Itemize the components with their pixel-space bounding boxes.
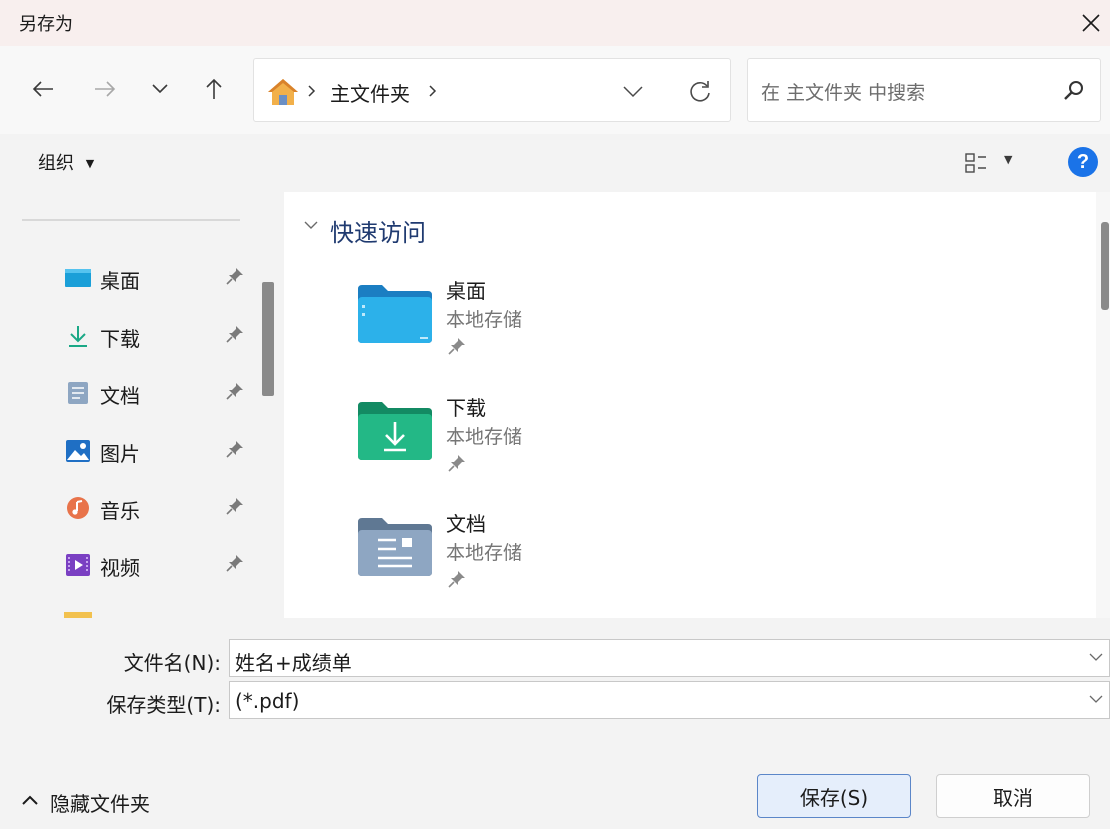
filetype-label: 保存类型(T): [106, 693, 221, 717]
chevron-up-icon [22, 795, 38, 805]
organize-label: 组织 [38, 153, 74, 174]
organize-menu-button[interactable]: 组织 ▼ [38, 149, 94, 175]
quick-access-item-desktop[interactable]: 桌面 本地存储 [352, 275, 572, 375]
sidebar-item-videos[interactable]: 视频 [64, 545, 254, 585]
navigation-pane: 桌面 下载 文档 图片 音乐 视频 [0, 192, 256, 618]
item-location: 本地存储 [446, 309, 523, 331]
main-scrollbar-thumb[interactable] [1101, 222, 1109, 310]
pin-icon [226, 268, 243, 285]
sidebar-item-pictures[interactable]: 图片 [64, 431, 254, 471]
documents-folder-icon [358, 518, 432, 576]
sidebar-item-label: 音乐 [100, 499, 140, 523]
item-name: 文档 [446, 512, 486, 536]
title-bar [0, 0, 1110, 46]
breadcrumb-separator-icon [308, 85, 316, 97]
sidebar-item-label: 下载 [100, 327, 140, 351]
up-button[interactable] [197, 72, 231, 106]
arrow-up-icon [206, 78, 222, 99]
downloads-folder-icon [358, 402, 432, 460]
download-icon [69, 326, 87, 347]
breadcrumb-item-home[interactable]: 主文件夹 [330, 78, 410, 107]
pin-icon [448, 571, 465, 588]
help-icon: ? [1076, 150, 1090, 173]
videos-icon [66, 554, 90, 576]
caret-down-icon: ▼ [1004, 153, 1013, 166]
breadcrumb-separator-icon [429, 85, 437, 97]
folder-icon [64, 612, 92, 618]
sidebar-item-label: 视频 [100, 556, 140, 580]
close-button[interactable] [1072, 4, 1110, 42]
search-icon [1064, 81, 1083, 100]
sidebar-item-label: 文档 [100, 384, 140, 408]
filename-combobox[interactable]: 姓名+成绩单 [229, 639, 1110, 677]
sidebar-item-documents[interactable]: 文档 [64, 373, 254, 413]
sidebar-item-label: 桌面 [100, 269, 140, 293]
desktop-icon [65, 269, 91, 287]
help-button[interactable]: ? [1068, 147, 1098, 177]
chevron-down-icon [304, 221, 318, 229]
filetype-select[interactable]: (*.pdf) [229, 681, 1110, 719]
pin-icon [448, 455, 465, 472]
command-bar: 组织 ▼ ▼ ? [0, 134, 1110, 192]
hide-folders-label: 隐藏文件夹 [50, 792, 150, 816]
sidebar-item-label: 图片 [100, 442, 140, 466]
sidebar-item-desktop[interactable]: 桌面 [64, 258, 254, 298]
search-input[interactable]: 在 主文件夹 中搜索 [747, 58, 1101, 122]
address-bar[interactable]: 主文件夹 [253, 58, 731, 122]
music-icon [67, 497, 89, 519]
chevron-down-icon [152, 84, 168, 94]
quick-access-item-downloads[interactable]: 下载 本地存储 [352, 392, 572, 492]
search-placeholder: 在 主文件夹 中搜索 [761, 82, 926, 104]
caret-down-icon: ▼ [85, 157, 95, 170]
back-button[interactable] [26, 72, 60, 106]
cancel-button[interactable]: 取消 [936, 774, 1090, 818]
filetype-value: (*.pdf) [235, 689, 300, 713]
filename-value: 姓名+成绩单 [235, 651, 352, 675]
address-history-dropdown-icon[interactable] [623, 86, 643, 98]
sidebar-item-music[interactable]: 音乐 [64, 488, 254, 528]
pin-icon [226, 498, 243, 515]
quick-access-item-documents[interactable]: 文档 本地存储 [352, 508, 572, 608]
item-name: 下载 [446, 396, 486, 420]
filename-label: 文件名(N): [123, 651, 221, 675]
group-title: 快速访问 [330, 219, 426, 247]
desktop-folder-icon [358, 285, 432, 343]
sidebar-scrollbar-thumb[interactable] [262, 282, 274, 396]
close-icon [1082, 14, 1100, 32]
item-name: 桌面 [446, 279, 486, 303]
pin-icon [226, 441, 243, 458]
recent-locations-button[interactable] [143, 72, 177, 106]
refresh-icon[interactable] [688, 79, 712, 103]
arrow-left-icon [32, 81, 53, 97]
view-list-icon [965, 153, 986, 173]
sidebar-item-downloads[interactable]: 下载 [64, 316, 254, 356]
pin-icon [226, 555, 243, 572]
view-options-button[interactable]: ▼ [962, 151, 1024, 177]
chevron-down-icon[interactable] [1089, 653, 1103, 662]
forward-button[interactable] [88, 72, 122, 106]
arrow-right-icon [95, 81, 116, 97]
pin-icon [448, 338, 465, 355]
pin-icon [226, 326, 243, 343]
pin-icon [226, 383, 243, 400]
item-location: 本地存储 [446, 426, 523, 448]
sidebar-scrollbar-track[interactable] [256, 192, 284, 618]
window-title: 另存为 [19, 14, 73, 35]
chevron-down-icon[interactable] [1089, 695, 1103, 704]
home-icon [268, 79, 298, 105]
pictures-icon [66, 440, 90, 462]
item-location: 本地存储 [446, 542, 523, 564]
save-button[interactable]: 保存(S) [757, 774, 911, 818]
sidebar-divider [22, 219, 240, 221]
document-icon [68, 382, 88, 404]
